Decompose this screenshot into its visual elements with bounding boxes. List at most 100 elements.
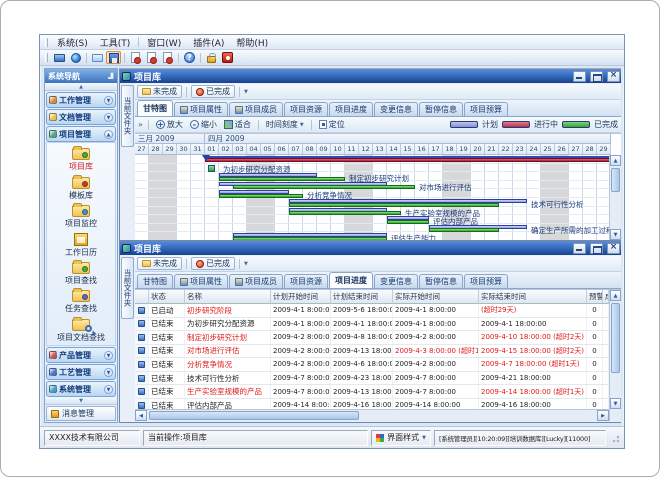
column-header-2[interactable]: 名称	[185, 290, 271, 304]
sidebar-group-2[interactable]: 项目管理▲	[46, 126, 116, 142]
table-row-2[interactable]: 已结束为初步研究分配资源2009-4-1 8:00:002009-4-1 18:…	[135, 318, 609, 332]
tab-6[interactable]: 变更信息	[374, 102, 418, 116]
sidebar-item-2[interactable]: 模板库	[47, 174, 115, 202]
scroll-up-arrow[interactable]: ▲	[610, 290, 621, 301]
pushpin-icon[interactable]	[107, 72, 114, 80]
filter-incomplete-button[interactable]: 未完成	[137, 257, 182, 270]
tool-locate-button[interactable]: 定位	[317, 119, 347, 130]
sidebar-item-5[interactable]: 项目查找	[47, 260, 115, 288]
gantt-bar-summary-progress[interactable]	[205, 158, 611, 162]
tab-1[interactable]: 甘特图	[137, 100, 173, 116]
table-row-6[interactable]: 已结束技术可行性分析2009-4-7 8:00:002009-4-23 18:0…	[135, 372, 609, 386]
table-row-5[interactable]: 已结束分析竞争情况2009-4-2 8:00:002009-4-6 18:00:…	[135, 358, 609, 372]
table-titlebar[interactable]: 项目库	[120, 242, 621, 255]
minimize-button[interactable]	[573, 71, 586, 82]
tab-2[interactable]: 项目属性	[174, 274, 228, 288]
chevron-down-icon[interactable]: ▼	[104, 351, 113, 360]
menu-item-2[interactable]: 工具(T)	[94, 35, 137, 50]
tab-8[interactable]: 项目预算	[464, 274, 508, 288]
menu-item-4[interactable]: 插件(A)	[187, 35, 230, 50]
filter-completed-button[interactable]: 已完成	[191, 257, 235, 270]
report-new-icon[interactable]	[128, 51, 143, 64]
scroll-right-arrow[interactable]: ▶	[597, 410, 609, 421]
current-folder-tab[interactable]: 当前文件夹	[121, 257, 134, 319]
tab-7[interactable]: 暂停信息	[419, 274, 463, 288]
sidebar-tab-messages[interactable]: 消息管理	[46, 406, 116, 421]
column-header-6[interactable]: 实际结束时间	[479, 290, 587, 304]
open-folder-icon[interactable]	[90, 51, 105, 64]
tab-4[interactable]: 项目资源	[284, 102, 328, 116]
gantt-bar-actual[interactable]	[387, 220, 429, 224]
tool-time-scale-button[interactable]: 时间刻度▼	[264, 119, 306, 130]
gantt-bar-actual[interactable]	[289, 211, 401, 215]
sidebar-overflow-icon[interactable]: ▼	[45, 397, 117, 405]
sidebar-group-5[interactable]: 系统管理▼	[46, 381, 116, 397]
table-row-7[interactable]: 已结束生产实验室规模的产品2009-4-7 8:00:002009-4-13 1…	[135, 385, 609, 399]
computer-icon[interactable]	[52, 51, 67, 64]
column-header-5[interactable]: 实际开始时间	[393, 290, 479, 304]
column-header-1[interactable]: 状态	[149, 290, 185, 304]
scroll-up-arrow[interactable]: ▲	[610, 155, 621, 166]
gantt-vertical-scrollbar[interactable]: ▲▼	[609, 155, 621, 240]
scroll-down-arrow[interactable]: ▼	[610, 398, 621, 409]
column-header-7[interactable]: 预警	[587, 290, 603, 304]
gantt-titlebar[interactable]: 项目库	[120, 70, 621, 83]
scroll-thumb[interactable]	[611, 168, 620, 192]
tab-8[interactable]: 项目预算	[464, 102, 508, 116]
close-button[interactable]	[607, 71, 620, 82]
tool-zoom-out-button[interactable]: -缩小	[188, 119, 219, 130]
scroll-thumb[interactable]	[611, 303, 620, 373]
tab-3[interactable]: 项目成员	[229, 274, 283, 288]
table-row-1[interactable]: 已启动初步研究阶段2009-4-1 8:00:002009-5-6 18:00:…	[135, 304, 609, 318]
chevron-down-icon[interactable]: ▼	[244, 89, 248, 95]
tab-1[interactable]: 甘特图	[137, 274, 173, 288]
gantt-bar-actual[interactable]	[233, 185, 415, 189]
help-icon[interactable]: ?	[182, 51, 197, 64]
sidebar-item-3[interactable]: 项目监控	[47, 203, 115, 231]
menu-item-3[interactable]: 窗口(W)	[141, 35, 187, 50]
menu-item-1[interactable]: 系统(S)	[51, 35, 94, 50]
filter-completed-button[interactable]: 已完成	[191, 85, 235, 98]
sidebar-group-3[interactable]: 产品管理▼	[46, 347, 116, 363]
sidebar-group-0[interactable]: 工作管理▼	[46, 92, 116, 108]
tab-7[interactable]: 暂停信息	[419, 102, 463, 116]
globe-icon[interactable]	[68, 51, 83, 64]
current-folder-tab[interactable]: 当前文件夹	[121, 85, 134, 147]
gantt-bar-actual[interactable]	[233, 237, 387, 240]
sidebar-item-1[interactable]: 项目库	[47, 146, 115, 174]
resize-grip[interactable]	[610, 433, 620, 443]
tool-fit-button[interactable]: 适合	[222, 119, 253, 130]
restore-button[interactable]	[590, 243, 603, 254]
chevron-up-icon[interactable]: ▲	[104, 130, 113, 139]
close-button[interactable]	[607, 243, 620, 254]
gantt-bar-actual[interactable]	[429, 228, 499, 232]
gantt-bar-actual[interactable]	[289, 203, 499, 207]
chevron-down-icon[interactable]: ▼	[104, 113, 113, 122]
scroll-left-arrow[interactable]: ◀	[135, 410, 147, 421]
tab-4[interactable]: 项目资源	[284, 274, 328, 288]
sidebar-collapse-icon[interactable]: ▲	[45, 83, 117, 91]
interface-style-button[interactable]: 界面样式▼	[371, 430, 431, 446]
table-horizontal-scrollbar[interactable]: ◀▶	[135, 409, 609, 421]
scroll-thumb[interactable]	[149, 411, 359, 420]
chevron-down-icon[interactable]: ▼	[104, 368, 113, 377]
minimize-button[interactable]	[573, 243, 586, 254]
tool-zoom-in-button[interactable]: +放大	[154, 119, 185, 130]
tab-6[interactable]: 变更信息	[374, 274, 418, 288]
lock-icon[interactable]	[204, 51, 219, 64]
tab-2[interactable]: 项目属性	[174, 102, 228, 116]
sidebar-group-1[interactable]: 文档管理▼	[46, 109, 116, 125]
gantt-bar-actual[interactable]	[219, 194, 303, 198]
menu-item-5[interactable]: 帮助(H)	[230, 35, 274, 50]
chevron-down-icon[interactable]: ▼	[104, 96, 113, 105]
column-header[interactable]	[135, 290, 149, 304]
chevron-down-icon[interactable]: ▼	[104, 385, 113, 394]
table-vertical-scrollbar[interactable]: ▲▼	[609, 290, 621, 421]
sidebar-item-4[interactable]: 工作日历	[47, 231, 115, 259]
exit-icon[interactable]	[220, 51, 235, 64]
column-header-4[interactable]: 计划结束时间	[331, 290, 393, 304]
restore-button[interactable]	[590, 71, 603, 82]
sidebar-item-7[interactable]: 项目文档查找	[47, 317, 115, 345]
tab-5[interactable]: 项目进度	[329, 102, 373, 116]
table-row-3[interactable]: 已结束制定初步研究计划2009-4-2 8:00:002009-4-8 18:0…	[135, 331, 609, 345]
